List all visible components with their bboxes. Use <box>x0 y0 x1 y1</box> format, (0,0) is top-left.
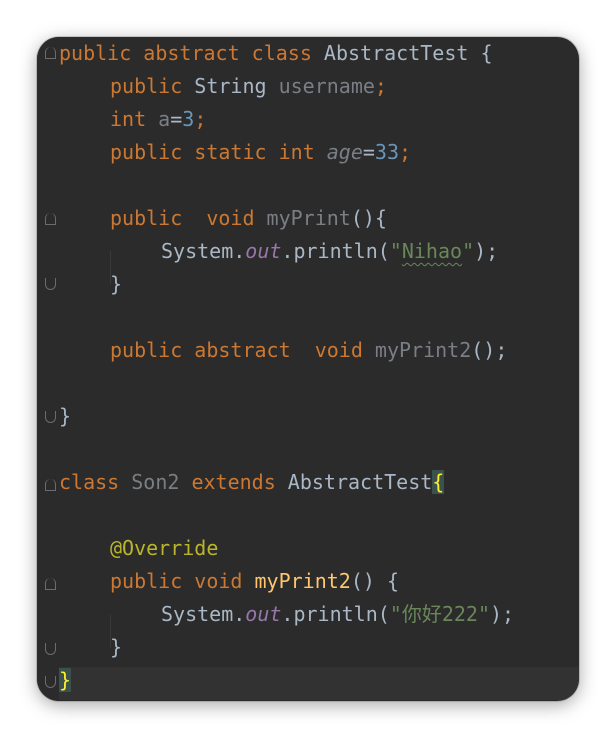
code-line[interactable]: System.out.println("Nihao"); <box>59 235 498 268</box>
code-token: a <box>158 107 171 131</box>
fold-open-icon[interactable] <box>45 479 56 491</box>
fold-open-icon[interactable] <box>45 47 56 59</box>
current-line-highlight <box>59 667 579 700</box>
fold-close-icon[interactable] <box>45 676 56 688</box>
code-token: public abstract class <box>59 41 324 65</box>
code-line[interactable]: System.out.println("你好222"); <box>59 598 514 631</box>
code-token: ; <box>194 107 207 131</box>
code-token: 3 <box>182 107 195 131</box>
code-token: public abstract void <box>110 338 375 362</box>
code-token: String <box>194 74 279 98</box>
code-token: myPrint2 <box>374 338 472 362</box>
code-line[interactable]: public abstract void myPrint2(); <box>59 334 507 367</box>
code-token: { <box>432 470 445 494</box>
code-token: myPrint <box>266 206 351 230</box>
code-token: (); <box>471 338 508 362</box>
code-token: public void <box>110 206 267 230</box>
code-token: Son2 <box>131 470 192 494</box>
code-line[interactable]: } <box>59 631 122 664</box>
code-token: out <box>245 239 282 263</box>
code-token: out <box>245 602 282 626</box>
code-line[interactable]: public String username; <box>59 70 387 103</box>
code-token: "你好222" <box>389 602 491 626</box>
code-token: System. <box>161 602 246 626</box>
code-token: .println( <box>281 239 390 263</box>
fold-open-icon[interactable] <box>45 578 56 590</box>
editor-gutter <box>37 37 59 701</box>
code-token: " <box>462 239 475 263</box>
code-line[interactable]: } <box>59 268 122 301</box>
fold-close-icon[interactable] <box>45 411 56 423</box>
fold-close-icon[interactable] <box>45 643 56 655</box>
code-editor[interactable]: public abstract class AbstractTest {publ… <box>37 37 579 701</box>
code-line[interactable]: public void myPrint(){ <box>59 202 387 235</box>
code-line[interactable]: public void myPrint2() { <box>59 565 399 598</box>
code-token: AbstractTest <box>287 470 433 494</box>
code-line[interactable]: public static int age=33; <box>59 136 411 169</box>
code-token: int <box>110 107 159 131</box>
code-line[interactable]: public abstract class AbstractTest { <box>59 37 492 70</box>
code-token: class <box>59 470 132 494</box>
code-token: ; <box>399 140 412 164</box>
code-line[interactable]: class Son2 extends AbstractTest{ <box>59 466 445 499</box>
code-token: } <box>59 404 72 428</box>
code-token: @Override <box>110 536 219 560</box>
code-line[interactable]: } <box>59 400 71 433</box>
code-token: public <box>110 74 195 98</box>
code-line[interactable]: int a=3; <box>59 103 206 136</box>
code-token: extends <box>191 470 288 494</box>
code-token: ; <box>374 74 387 98</box>
code-token: " <box>389 239 402 263</box>
code-line[interactable]: } <box>59 664 72 697</box>
code-token: .println( <box>281 602 390 626</box>
code-token: public static int <box>110 140 327 164</box>
code-token: = <box>362 140 375 164</box>
code-token: } <box>110 272 123 296</box>
code-token: username <box>278 74 375 98</box>
code-token: () { <box>350 569 399 593</box>
code-token: = <box>170 107 183 131</box>
code-token: } <box>59 668 72 692</box>
fold-close-icon[interactable] <box>45 278 56 290</box>
code-token: ); <box>474 239 499 263</box>
code-token: System. <box>161 239 246 263</box>
code-token: age <box>326 140 363 164</box>
code-token: 33 <box>374 140 400 164</box>
code-token: public void <box>110 569 255 593</box>
code-token: (){ <box>350 206 387 230</box>
code-token: myPrint2 <box>254 569 351 593</box>
code-token: ); <box>490 602 515 626</box>
code-line[interactable]: @Override <box>59 532 218 565</box>
fold-open-icon[interactable] <box>45 213 56 225</box>
code-token: Nihao <box>401 239 463 263</box>
code-token: AbstractTest { <box>323 41 493 65</box>
code-token: } <box>110 635 123 659</box>
